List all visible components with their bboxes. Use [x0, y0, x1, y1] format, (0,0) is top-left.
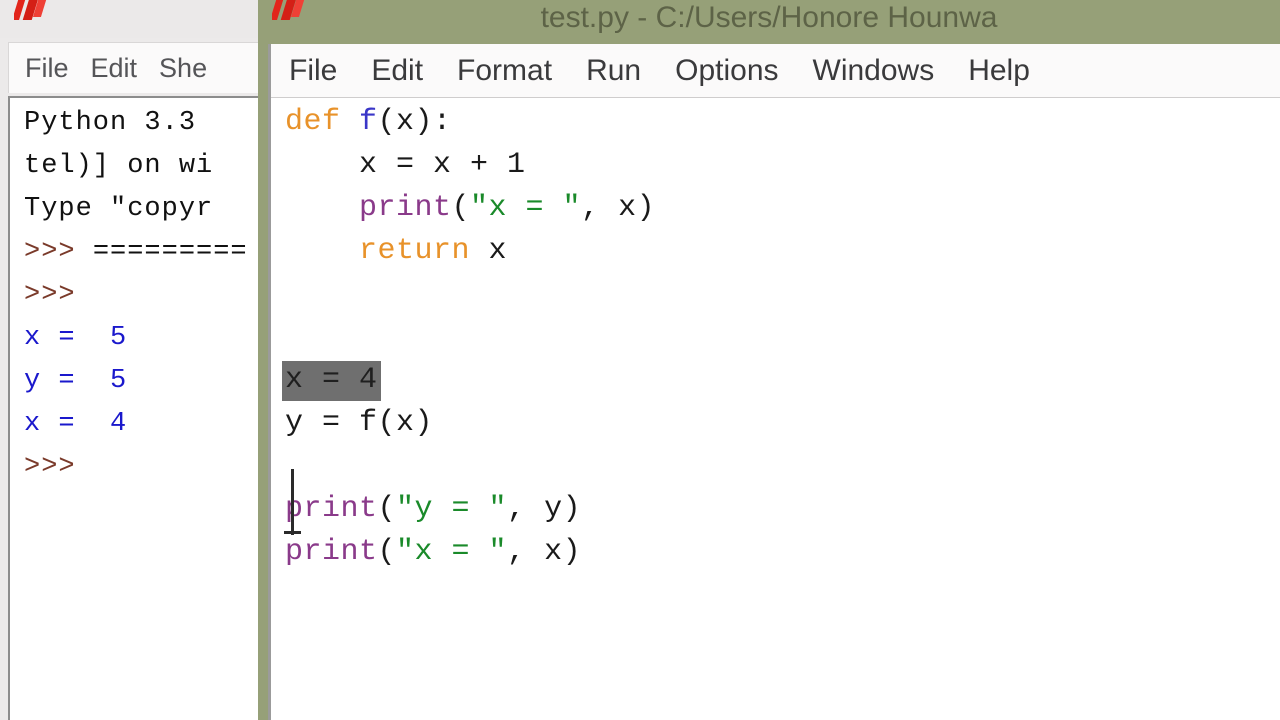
editor-menu-item-edit[interactable]: Edit	[354, 54, 440, 88]
shell-output-pane[interactable]: Python 3.3 tel)] on wi Type "copyr >>> ====…	[8, 96, 258, 720]
editor-menubar[interactable]: File Edit Format Run Options Windows Help	[271, 44, 1280, 98]
editor-window-title: test.py - C:/Users/Honore Hounwa	[540, 1, 998, 34]
shell-text-segment: Type "copyr	[24, 194, 214, 224]
editor-menu-item-format[interactable]: Format	[440, 54, 569, 88]
code-segment: x	[488, 234, 508, 268]
code-segment: , x)	[581, 191, 656, 225]
code-line: print("y = ", y)	[285, 488, 655, 531]
shell-titlebar[interactable]	[0, 0, 258, 38]
editor-menu-item-options[interactable]: Options	[658, 54, 795, 88]
code-segment: x = x + 1	[285, 148, 526, 182]
shell-text-segment: >>>	[24, 237, 93, 267]
code-segment: (	[451, 191, 471, 225]
shell-text-segment: >>>	[24, 280, 76, 310]
selected-code-text: x = 4	[282, 361, 381, 401]
code-segment: (	[377, 492, 397, 526]
code-segment: print	[359, 191, 452, 225]
shell-line: >>> =========	[24, 231, 258, 274]
code-line: print("x = ", x)	[285, 531, 655, 574]
editor-menu-item-windows[interactable]: Windows	[796, 54, 952, 88]
python-idle-icon	[14, 0, 48, 22]
shell-menu-item-edit[interactable]: Edit	[80, 53, 149, 84]
code-segment: return	[359, 234, 489, 268]
code-segment: def	[285, 105, 360, 139]
shell-text-segment: =========	[92, 237, 248, 267]
shell-text-segment: x = 4	[24, 409, 128, 439]
code-segment: "x = "	[396, 535, 508, 569]
code-segment: print	[285, 492, 378, 526]
shell-line: Type "copyr	[24, 188, 258, 231]
code-segment: f	[359, 406, 378, 440]
code-segment: "y = "	[396, 492, 508, 526]
code-line: x = 4	[282, 359, 655, 402]
code-line: def f(x):	[285, 101, 655, 144]
editor-window[interactable]: test.py - C:/Users/Honore Hounwa File Edi…	[258, 0, 1280, 720]
text-caret-base	[284, 531, 301, 534]
code-segment: y =	[285, 406, 360, 440]
python-shell-window[interactable]: File Edit She Python 3.3 tel)] on wi Type "c…	[0, 0, 258, 720]
code-segment: "x = "	[470, 191, 582, 225]
shell-text-segment: x = 5	[24, 323, 128, 353]
code-line: y = f(x)	[285, 402, 655, 445]
editor-menu-item-file[interactable]: File	[271, 54, 354, 88]
shell-line: tel)] on wi	[24, 145, 258, 188]
shell-output-text: Python 3.3 tel)] on wi Type "copyr >>> ====…	[24, 102, 258, 489]
code-line: x = x + 1	[285, 144, 655, 187]
code-text: def f(x): x = x + 1 print("x = ", x) ret…	[282, 101, 655, 574]
code-editor-pane[interactable]: def f(x): x = x + 1 print("x = ", x) ret…	[271, 99, 1280, 720]
text-caret	[291, 469, 294, 535]
code-line: print("x = ", x)	[285, 187, 655, 230]
shell-menubar[interactable]: File Edit She	[8, 42, 258, 93]
screen-root: File Edit She Python 3.3 tel)] on wi Type "c…	[0, 0, 1280, 720]
shell-line: x = 4	[24, 403, 258, 446]
shell-line: x = 5	[24, 317, 258, 360]
editor-titlebar[interactable]: test.py - C:/Users/Honore Hounwa	[258, 0, 1280, 44]
shell-menu-item-file[interactable]: File	[9, 53, 80, 84]
code-segment: (x):	[377, 105, 452, 139]
shell-line: Python 3.3	[24, 102, 258, 145]
shell-line: y = 5	[24, 360, 258, 403]
shell-line: >>>	[24, 446, 258, 489]
shell-text-segment: y = 5	[24, 366, 128, 396]
code-segment: (	[377, 535, 397, 569]
editor-body: File Edit Format Run Options Windows Help def …	[268, 44, 1280, 720]
code-segment: , y)	[507, 492, 582, 526]
code-line: return x	[285, 230, 655, 273]
editor-menu-item-run[interactable]: Run	[569, 54, 658, 88]
shell-text-segment: tel)] on wi	[24, 151, 214, 181]
editor-menu-item-help[interactable]: Help	[951, 54, 1047, 88]
shell-menu-item-she[interactable]: She	[148, 53, 218, 84]
shell-text-segment: >>>	[24, 452, 76, 482]
code-segment: f	[359, 105, 378, 139]
shell-line: >>>	[24, 274, 258, 317]
code-segment: print	[285, 535, 378, 569]
code-segment: (x)	[377, 406, 434, 440]
shell-text-segment: Python 3.3	[24, 108, 197, 138]
code-segment: , x)	[507, 535, 582, 569]
